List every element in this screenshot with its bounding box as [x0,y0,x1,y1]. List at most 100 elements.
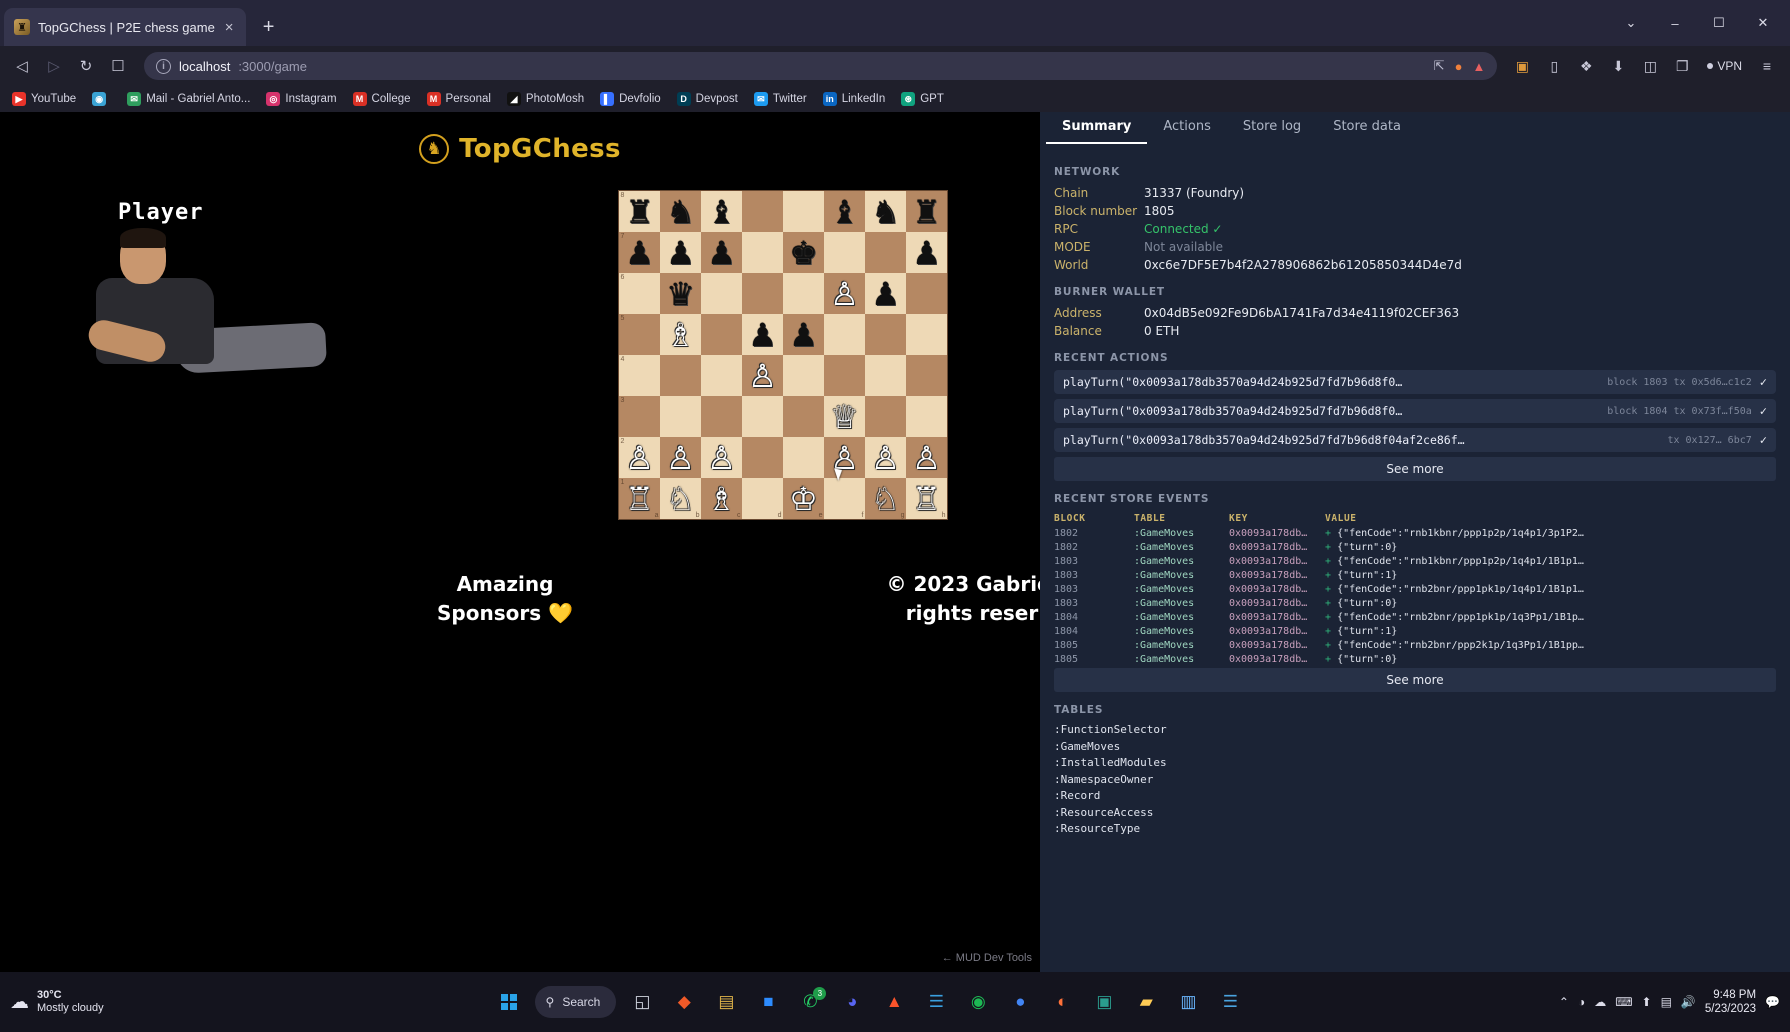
board-square-a6[interactable]: 6 [619,273,660,314]
share-icon[interactable]: ⇱ [1434,58,1445,74]
bookmark-item[interactable]: D Devpost [676,92,738,106]
store-event-row[interactable]: 1805:GameMoves 0x0093a178db… + {"turn":0} [1054,652,1776,666]
downloads-icon[interactable]: ⬇ [1605,53,1631,79]
board-square-e1[interactable]: e ♔ [783,478,824,519]
board-square-c6[interactable] [701,273,742,314]
store-event-row[interactable]: 1803:GameMoves 0x0093a178db… + {"turn":0} [1054,596,1776,610]
board-square-d6[interactable] [742,273,783,314]
chess-piece-n[interactable]: ♞ [871,196,900,228]
chess-piece-B[interactable]: ♗ [707,483,736,515]
extension-one-icon[interactable]: ▣ [1509,53,1535,79]
board-square-d7[interactable] [742,232,783,273]
chess-piece-P[interactable]: ♙ [871,442,900,474]
recent-action-row[interactable]: playTurn("0x0093a178db3570a94d24b925d7fd… [1054,399,1776,423]
warning-icon[interactable]: ▲ [1472,59,1485,74]
board-square-g1[interactable]: g ♘ [865,478,906,519]
chessboard[interactable]: 8 ♜ ♞ ♝ ♝ ♞ ♜ 7 ♟ ♟ ♟ ♚ ♟ 6 ♛ ♙ ♟ 5 ♗ ♟ ♟ 4 ♙ 3 ♕ 2 ♙ ♙ ♙ ♙ ♙ ♙ 1 a ♖ b ♘ c ♗ d… [618,190,948,520]
chess-piece-q[interactable]: ♛ [666,278,695,310]
board-square-e2[interactable] [783,437,824,478]
mud-tab-store-log[interactable]: Store log [1227,112,1317,144]
tab-search-icon[interactable]: ⌄ [1610,8,1652,38]
board-square-e4[interactable] [783,355,824,396]
taskbar-app-brave-browser[interactable]: ◆ [668,986,700,1018]
board-square-g3[interactable] [865,396,906,437]
shield-icon[interactable]: ● [1455,59,1463,74]
board-square-h7[interactable]: ♟ [906,232,947,273]
board-square-h8[interactable]: ♜ [906,191,947,232]
cast-icon[interactable]: ❐ [1669,53,1695,79]
board-square-c2[interactable]: ♙ [701,437,742,478]
board-square-c1[interactable]: c ♗ [701,478,742,519]
bookmark-item[interactable]: in LinkedIn [822,92,885,106]
chess-piece-P[interactable]: ♙ [830,278,859,310]
taskbar-search[interactable]: ⚲ Search [534,986,617,1018]
bookmark-item[interactable]: ◢ PhotoMosh [506,92,584,106]
taskbar-app-discord[interactable]: ◕ [836,986,868,1018]
board-square-d2[interactable] [742,437,783,478]
board-square-f3[interactable]: ♕ [824,396,865,437]
board-square-b5[interactable]: ♗ [660,314,701,355]
board-square-b1[interactable]: b ♘ [660,478,701,519]
board-square-g7[interactable] [865,232,906,273]
chess-piece-b[interactable]: ♝ [707,196,736,228]
board-square-a1[interactable]: 1 a ♖ [619,478,660,519]
extensions-puzzle-icon[interactable]: ❖ [1573,53,1599,79]
board-square-g8[interactable]: ♞ [865,191,906,232]
recent-action-row[interactable]: playTurn("0x0093a178db3570a94d24b925d7fd… [1054,370,1776,394]
tray-icon-4[interactable]: ▤ [1661,995,1672,1009]
browser-menu-icon[interactable]: ≡ [1754,53,1780,79]
bookmark-item[interactable]: ✉ Mail - Gabriel Anto... [127,92,250,106]
new-tab-button[interactable]: + [254,12,284,42]
board-square-b6[interactable]: ♛ [660,273,701,314]
board-square-g5[interactable] [865,314,906,355]
board-square-h1[interactable]: h ♖ [906,478,947,519]
board-square-h4[interactable] [906,355,947,396]
chess-piece-B[interactable]: ♗ [666,319,695,351]
weather-widget[interactable]: ☁ 30°C Mostly cloudy [10,989,180,1015]
board-square-a5[interactable]: 5 [619,314,660,355]
board-square-e8[interactable] [783,191,824,232]
back-button[interactable]: ◁ [8,52,36,80]
tray-icon-0[interactable]: ◑ [1578,995,1585,1009]
chess-piece-p[interactable]: ♟ [748,319,777,351]
board-square-d5[interactable]: ♟ [742,314,783,355]
board-square-a4[interactable]: 4 [619,355,660,396]
vpn-button[interactable]: VPN [1701,57,1748,75]
chess-piece-p[interactable]: ♟ [666,237,695,269]
tray-icon-5[interactable]: 🔊 [1681,995,1696,1009]
board-square-b8[interactable]: ♞ [660,191,701,232]
taskbar-app-vscode-insiders[interactable]: ☰ [1214,986,1246,1018]
taskbar-app-whatsapp[interactable]: ✆ 3 [794,986,827,1018]
board-square-e5[interactable]: ♟ [783,314,824,355]
bookmark-item[interactable]: ▶ YouTube [12,92,76,106]
board-square-e7[interactable]: ♚ [783,232,824,273]
store-event-row[interactable]: 1804:GameMoves 0x0093a178db… + {"fenCode":… [1054,610,1776,624]
taskbar-app-vscode[interactable]: ☰ [920,986,952,1018]
bookmark-item[interactable]: ✉ Twitter [753,92,807,106]
mud-tab-store-data[interactable]: Store data [1317,112,1417,144]
store-event-row[interactable]: 1803:GameMoves 0x0093a178db… + {"turn":1} [1054,568,1776,582]
chess-piece-r[interactable]: ♜ [912,196,941,228]
bookmark-item[interactable]: ⊛ GPT [901,92,944,106]
chess-piece-b[interactable]: ♝ [830,196,859,228]
board-square-c4[interactable] [701,355,742,396]
taskbar-app-folder[interactable]: ▰ [1130,986,1162,1018]
chess-piece-k[interactable]: ♚ [789,237,818,269]
board-square-h3[interactable] [906,396,947,437]
taskbar-clock[interactable]: 9:48 PM 5/23/2023 [1705,988,1756,1016]
chess-piece-N[interactable]: ♘ [871,483,900,515]
address-bar[interactable]: i localhost :3000/game ⇱ ● ▲ [144,52,1498,80]
chess-piece-p[interactable]: ♟ [871,278,900,310]
board-square-h5[interactable] [906,314,947,355]
store-event-row[interactable]: 1803:GameMoves 0x0093a178db… + {"fenCode":… [1054,554,1776,568]
table-list-item[interactable]: :FunctionSelector [1054,722,1776,739]
board-square-g4[interactable] [865,355,906,396]
forward-button[interactable]: ▷ [40,52,68,80]
board-square-a3[interactable]: 3 [619,396,660,437]
board-square-a8[interactable]: 8 ♜ [619,191,660,232]
board-square-d3[interactable] [742,396,783,437]
board-square-b7[interactable]: ♟ [660,232,701,273]
close-tab-icon[interactable]: × [223,20,236,35]
chess-piece-P[interactable]: ♙ [625,442,654,474]
extension-two-icon[interactable]: ▯ [1541,53,1567,79]
